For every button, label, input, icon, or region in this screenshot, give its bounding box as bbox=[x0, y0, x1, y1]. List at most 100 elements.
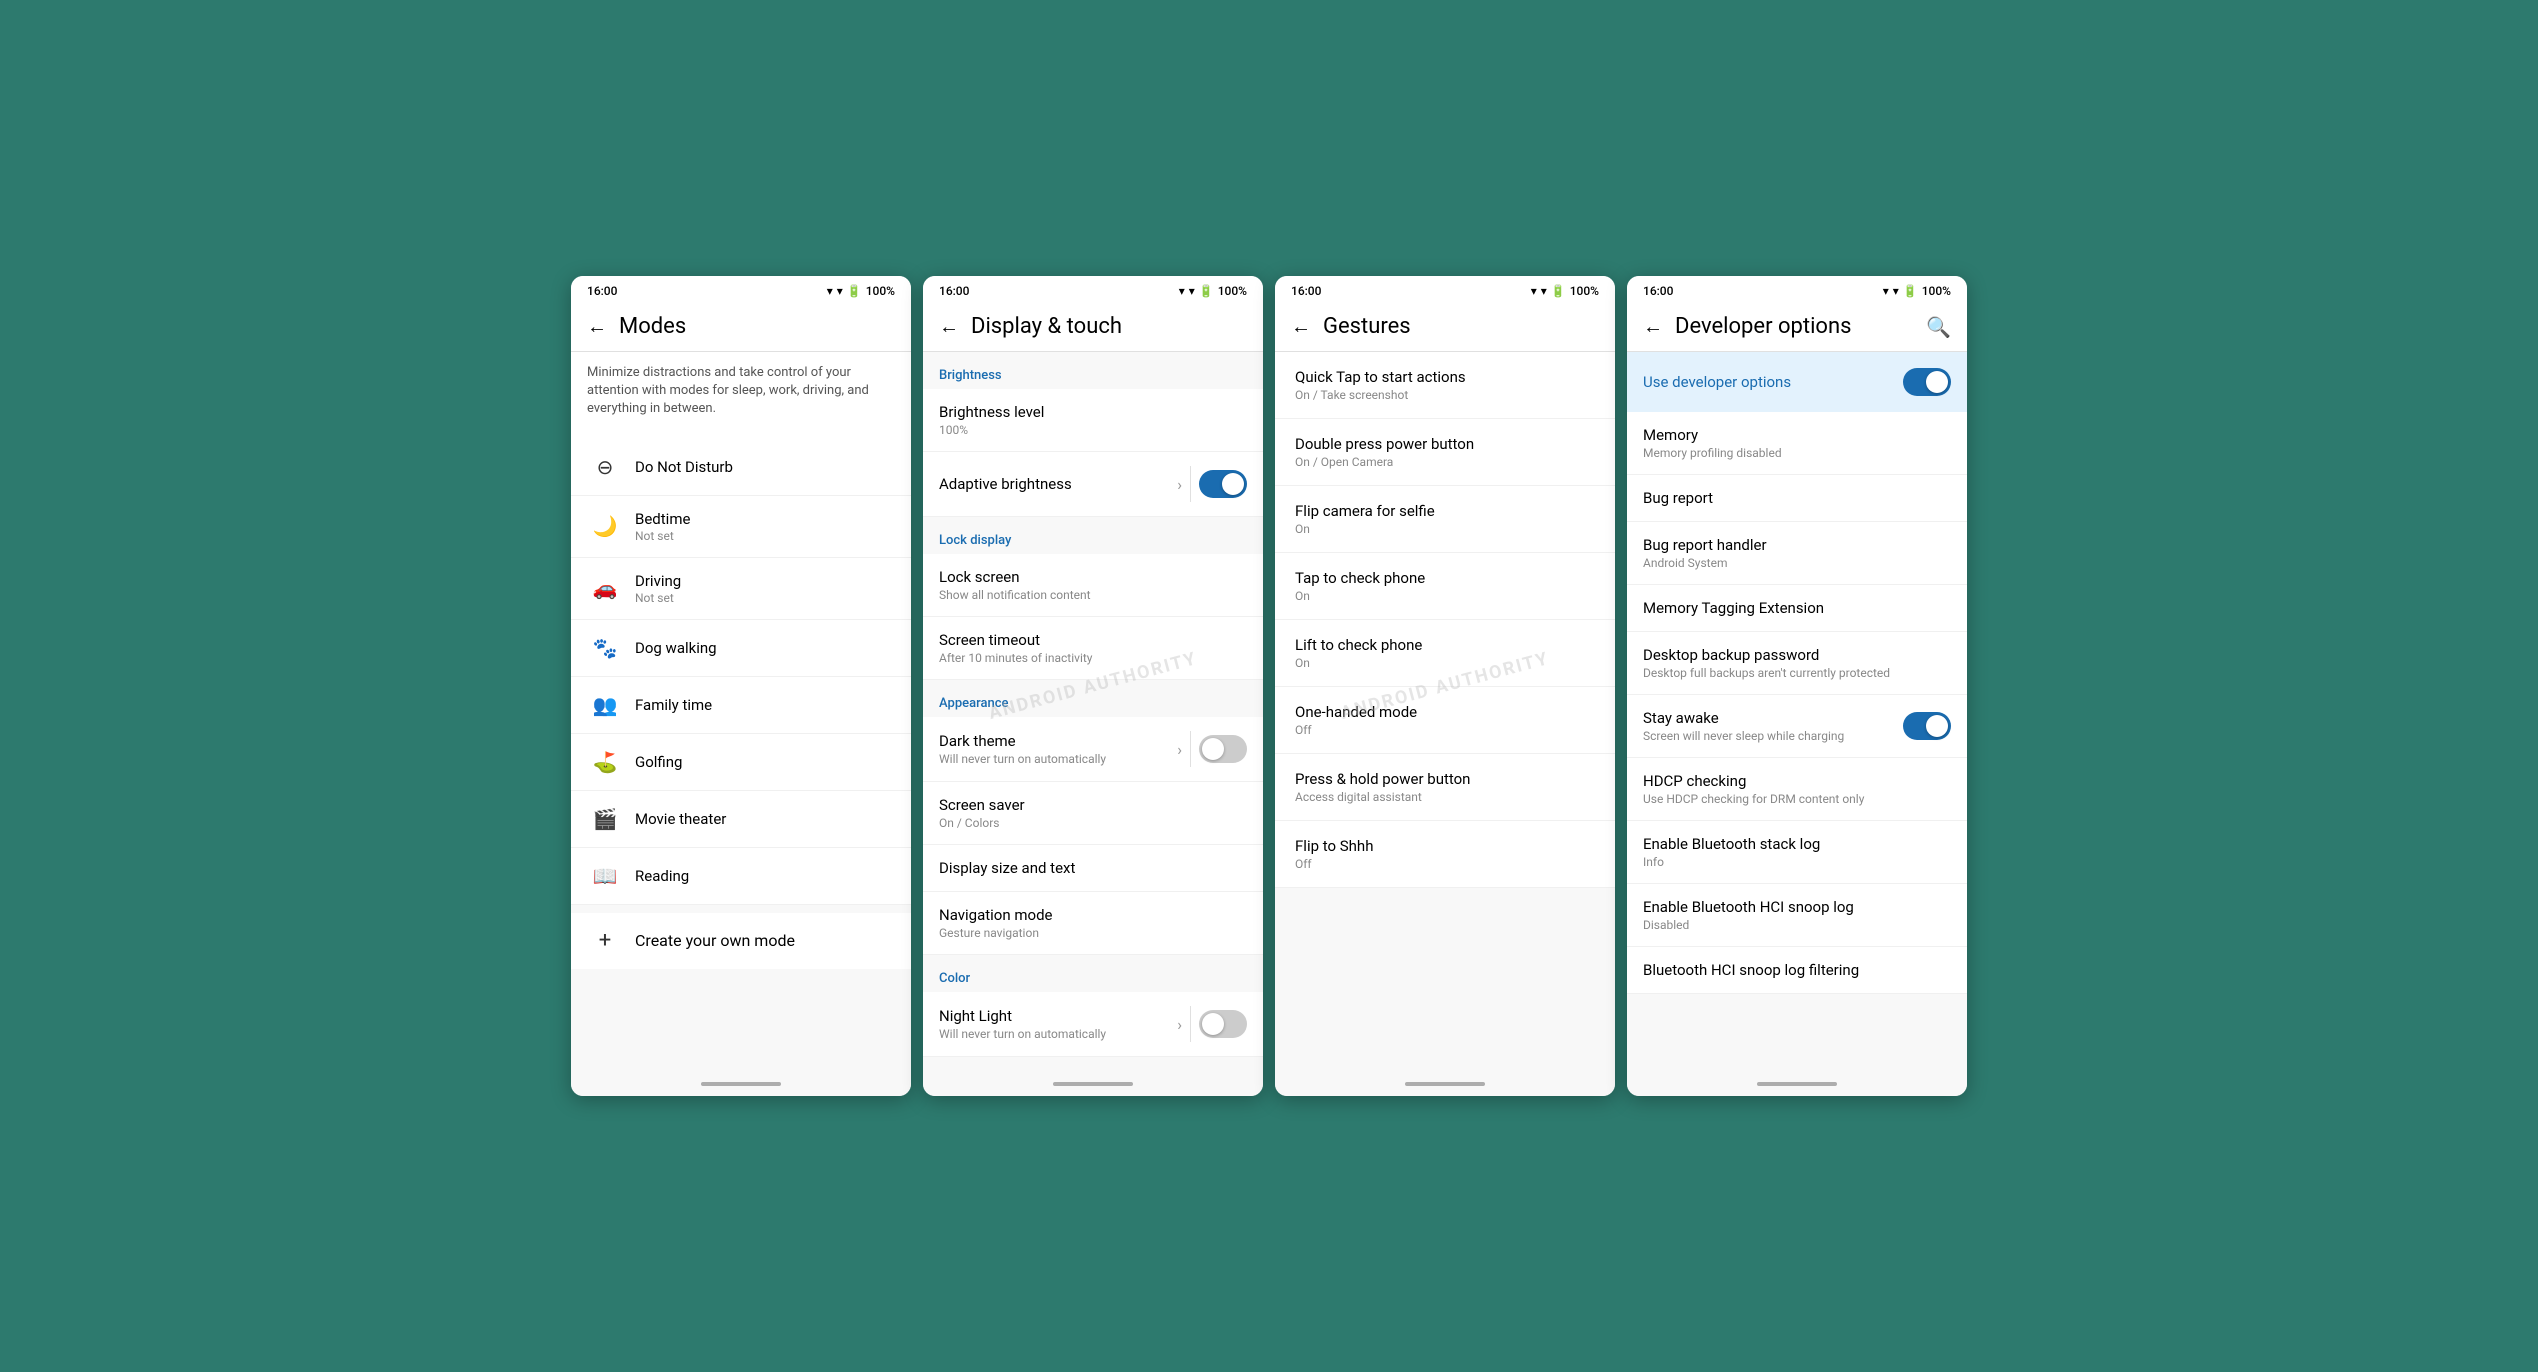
toggle-switch[interactable] bbox=[1199, 735, 1247, 763]
battery-icon: 🔋 bbox=[847, 284, 862, 298]
dev-setting-info-5: Stay awakeScreen will never sleep while … bbox=[1643, 709, 1844, 743]
bottom-bar bbox=[923, 1072, 1263, 1096]
back-arrow-icon[interactable]: ← bbox=[587, 314, 607, 339]
toggle-switch[interactable] bbox=[1903, 712, 1951, 740]
setting-item-3-0[interactable]: Night LightWill never turn on automatica… bbox=[923, 992, 1263, 1057]
mode-name-3: Dog walking bbox=[635, 639, 717, 657]
search-icon[interactable]: 🔍 bbox=[1926, 315, 1951, 339]
setting-name-2-0: Dark theme bbox=[939, 732, 1177, 750]
setting-sub-3-0: Will never turn on automatically bbox=[939, 1027, 1177, 1041]
mode-icon-0: ⊖ bbox=[591, 453, 619, 481]
setting-item-2-3[interactable]: Navigation modeGesture navigation bbox=[923, 892, 1263, 955]
section-label-1: Lock display bbox=[923, 517, 1263, 554]
mode-info-5: Golfing bbox=[635, 753, 682, 771]
back-arrow-icon[interactable]: ← bbox=[1291, 314, 1311, 339]
setting-sub-0-0: 100% bbox=[939, 423, 1247, 437]
dev-setting-item-4[interactable]: Desktop backup passwordDesktop full back… bbox=[1627, 632, 1967, 695]
setting-name-0-1: Adaptive brightness bbox=[939, 475, 1177, 493]
mode-sub-1: Not set bbox=[635, 529, 690, 543]
toggle-switch[interactable] bbox=[1199, 470, 1247, 498]
setting-left-0-0: Brightness level100% bbox=[939, 403, 1247, 437]
setting-sub-1-0: Show all notification content bbox=[939, 588, 1247, 602]
dev-setting-item-6[interactable]: HDCP checkingUse HDCP checking for DRM c… bbox=[1627, 758, 1967, 821]
setting-sub-2-1: On / Colors bbox=[939, 816, 1247, 830]
wifi-icon: ▾ bbox=[1541, 284, 1547, 298]
create-mode-button[interactable]: + Create your own mode bbox=[571, 913, 911, 969]
gesture-item-7[interactable]: Flip to ShhhOff bbox=[1275, 821, 1615, 888]
mode-name-0: Do Not Disturb bbox=[635, 458, 733, 476]
toggle-switch[interactable] bbox=[1199, 1010, 1247, 1038]
dev-setting-row-5[interactable]: Stay awakeScreen will never sleep while … bbox=[1627, 695, 1967, 758]
mode-name-6: Movie theater bbox=[635, 810, 726, 828]
mode-name-4: Family time bbox=[635, 696, 712, 714]
gesture-name-3: Tap to check phone bbox=[1295, 569, 1595, 587]
battery-percent: 100% bbox=[1218, 284, 1247, 298]
gesture-item-3[interactable]: Tap to check phone On bbox=[1275, 553, 1615, 620]
setting-item-2-2[interactable]: Display size and text bbox=[923, 845, 1263, 892]
setting-left-1-0: Lock screenShow all notification content bbox=[939, 568, 1247, 602]
mode-item-7[interactable]: 📖 Reading bbox=[571, 848, 911, 905]
mode-item-5[interactable]: ⛳ Golfing bbox=[571, 734, 911, 791]
chevron-right-icon: › bbox=[1177, 740, 1182, 759]
back-arrow-icon[interactable]: ← bbox=[1643, 314, 1663, 339]
dev-setting-name-6: HDCP checking bbox=[1643, 772, 1951, 790]
gesture-item-5[interactable]: One-handed modeOff bbox=[1275, 687, 1615, 754]
dev-setting-item-3[interactable]: Memory Tagging Extension bbox=[1627, 585, 1967, 632]
setting-left-2-3: Navigation modeGesture navigation bbox=[939, 906, 1247, 940]
back-arrow-icon[interactable]: ← bbox=[939, 314, 959, 339]
gesture-item-0[interactable]: Quick Tap to start actionsOn / Take scre… bbox=[1275, 352, 1615, 419]
battery-percent: 100% bbox=[1570, 284, 1599, 298]
gesture-item-2[interactable]: Flip camera for selfieOn bbox=[1275, 486, 1615, 553]
gestures-content: Quick Tap to start actionsOn / Take scre… bbox=[1275, 352, 1615, 1072]
dev-setting-item-2[interactable]: Bug report handlerAndroid System bbox=[1627, 522, 1967, 585]
battery-icon: 🔋 bbox=[1551, 284, 1566, 298]
mode-item-2[interactable]: 🚗 Driving Not set bbox=[571, 558, 911, 620]
gesture-sub-3: On bbox=[1295, 589, 1595, 603]
setting-item-0-0[interactable]: Brightness level100% bbox=[923, 389, 1263, 452]
gesture-name-1: Double press power button bbox=[1295, 435, 1595, 453]
home-indicator bbox=[1053, 1082, 1133, 1086]
setting-item-2-0[interactable]: Dark themeWill never turn on automatical… bbox=[923, 717, 1263, 782]
mode-icon-1: 🌙 bbox=[591, 512, 619, 540]
setting-item-0-1[interactable]: Adaptive brightness› bbox=[923, 452, 1263, 517]
dev-setting-item-0[interactable]: MemoryMemory profiling disabled bbox=[1627, 412, 1967, 475]
screen-header: ←Developer options🔍 bbox=[1627, 302, 1967, 352]
gesture-item-1[interactable]: Double press power buttonOn / Open Camer… bbox=[1275, 419, 1615, 486]
mode-icon-6: 🎬 bbox=[591, 805, 619, 833]
gesture-sub-7: Off bbox=[1295, 857, 1595, 871]
mode-item-4[interactable]: 👥 Family time bbox=[571, 677, 911, 734]
gesture-name-2: Flip camera for selfie bbox=[1295, 502, 1595, 520]
status-bar: 16:00 ▾ ▾ 🔋 100% bbox=[1627, 276, 1967, 302]
gesture-item-4[interactable]: Lift to check phoneOn bbox=[1275, 620, 1615, 687]
modes-description: Minimize distractions and take control o… bbox=[571, 352, 911, 439]
mode-item-1[interactable]: 🌙 Bedtime Not set bbox=[571, 496, 911, 558]
toggle-switch[interactable] bbox=[1903, 368, 1951, 396]
dev-setting-sub-8: Disabled bbox=[1643, 918, 1951, 932]
dev-setting-name-5: Stay awake bbox=[1643, 709, 1844, 727]
use-developer-options-row[interactable]: Use developer options bbox=[1627, 352, 1967, 412]
status-icons: ▾ ▾ 🔋 100% bbox=[1179, 284, 1247, 298]
dev-setting-name-8: Enable Bluetooth HCI snoop log bbox=[1643, 898, 1951, 916]
dev-setting-item-9[interactable]: Bluetooth HCI snoop log filtering bbox=[1627, 947, 1967, 994]
setting-name-2-1: Screen saver bbox=[939, 796, 1247, 814]
wifi-icon: ▾ bbox=[837, 284, 843, 298]
display-content: BrightnessBrightness level100%Adaptive b… bbox=[923, 352, 1263, 1072]
dev-setting-item-8[interactable]: Enable Bluetooth HCI snoop log Disabled bbox=[1627, 884, 1967, 947]
dev-setting-name-4: Desktop backup password bbox=[1643, 646, 1951, 664]
mode-item-3[interactable]: 🐾 Dog walking bbox=[571, 620, 911, 677]
wifi-icon: ▾ bbox=[1189, 284, 1195, 298]
mode-item-6[interactable]: 🎬 Movie theater bbox=[571, 791, 911, 848]
mode-item-0[interactable]: ⊖ Do Not Disturb bbox=[571, 439, 911, 496]
gesture-name-0: Quick Tap to start actions bbox=[1295, 368, 1595, 386]
mode-icon-5: ⛳ bbox=[591, 748, 619, 776]
setting-item-1-0[interactable]: Lock screenShow all notification content bbox=[923, 554, 1263, 617]
dev-setting-item-1[interactable]: Bug report bbox=[1627, 475, 1967, 522]
mode-info-4: Family time bbox=[635, 696, 712, 714]
vertical-divider bbox=[1190, 1006, 1191, 1042]
setting-item-2-1[interactable]: Screen saver On / Colors bbox=[923, 782, 1263, 845]
dev-setting-name-3: Memory Tagging Extension bbox=[1643, 599, 1951, 617]
gesture-item-6[interactable]: Press & hold power buttonAccess digital … bbox=[1275, 754, 1615, 821]
setting-item-1-1[interactable]: Screen timeoutAfter 10 minutes of inacti… bbox=[923, 617, 1263, 680]
gesture-sub-4: On bbox=[1295, 656, 1595, 670]
dev-setting-item-7[interactable]: Enable Bluetooth stack logInfo bbox=[1627, 821, 1967, 884]
